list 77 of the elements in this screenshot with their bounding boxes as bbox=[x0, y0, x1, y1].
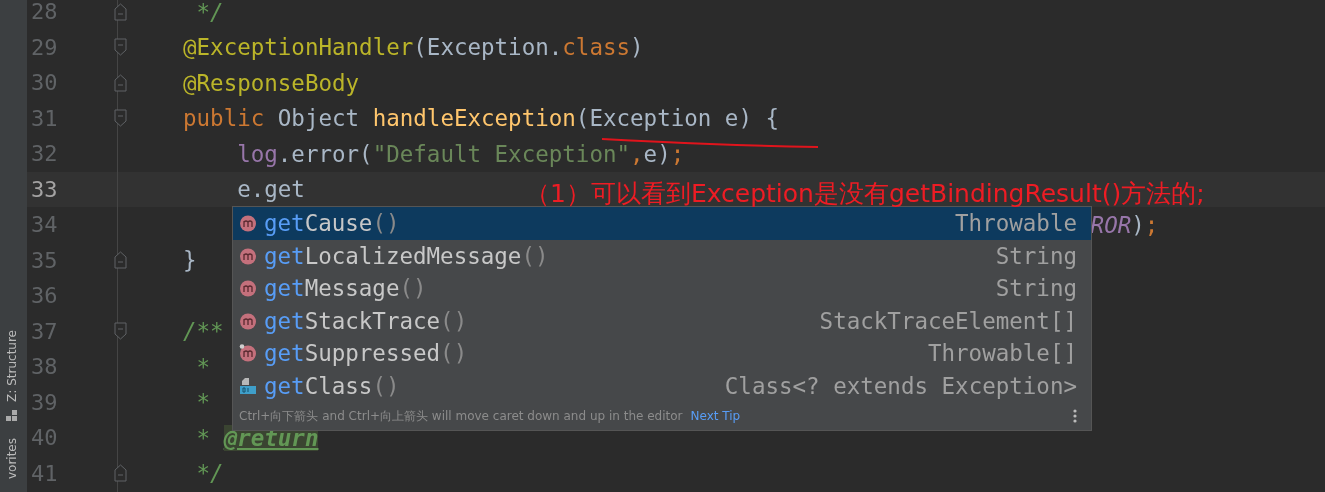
line-number: 40 bbox=[31, 425, 59, 451]
annotation: @ExceptionHandler bbox=[183, 34, 414, 61]
keyword: public bbox=[183, 105, 266, 132]
completion-item[interactable]: getSuppressed() Throwable[] bbox=[233, 337, 1091, 370]
fold-marker-icon[interactable] bbox=[113, 322, 127, 341]
doc-comment: */ bbox=[196, 0, 224, 25]
keyword: , bbox=[630, 140, 644, 167]
line-number: 37 bbox=[31, 318, 59, 344]
line-number: 39 bbox=[31, 389, 59, 415]
completion-item[interactable]: getMessage() String bbox=[233, 272, 1091, 305]
method-icon bbox=[239, 279, 257, 298]
method-signature: getMessage() bbox=[264, 275, 427, 302]
return-type: Throwable[] bbox=[928, 340, 1077, 367]
line-number: 33 bbox=[31, 176, 59, 202]
line-number: 38 bbox=[31, 354, 59, 380]
line-number: 34 bbox=[31, 212, 59, 238]
line-number: 28 bbox=[31, 0, 59, 25]
structure-icon bbox=[6, 409, 18, 422]
method-icon bbox=[239, 311, 257, 330]
completion-item[interactable]: getStackTrace() StackTraceElement[] bbox=[233, 304, 1091, 337]
code-text: ) bbox=[1131, 211, 1145, 238]
fold-marker-icon[interactable] bbox=[113, 73, 127, 92]
return-type: Throwable bbox=[955, 210, 1077, 237]
fold-marker-icon[interactable] bbox=[113, 38, 127, 57]
fold-marker-icon[interactable] bbox=[113, 2, 127, 21]
keyword: ; bbox=[670, 140, 685, 167]
method-signature: getClass() bbox=[264, 372, 400, 399]
line-number: 35 bbox=[31, 247, 59, 273]
method-icon bbox=[239, 214, 257, 233]
completion-item[interactable]: getCause() Throwable bbox=[233, 207, 1091, 240]
method-icon bbox=[239, 246, 257, 265]
return-type: Class<? extends Exception> bbox=[724, 372, 1077, 399]
doc-comment: * bbox=[196, 389, 211, 416]
completion-item[interactable]: getLocalizedMessage() String bbox=[233, 239, 1091, 272]
line-number: 32 bbox=[31, 141, 59, 167]
fold-marker-icon[interactable] bbox=[113, 109, 127, 128]
keyword: ; bbox=[1144, 211, 1159, 238]
doc-comment: * bbox=[196, 353, 211, 380]
line-number: 29 bbox=[31, 34, 59, 60]
return-type: String bbox=[995, 242, 1077, 269]
method-signature: getSuppressed() bbox=[264, 340, 468, 367]
doc-comment: */ bbox=[196, 460, 224, 487]
code-text: (Exception e) { bbox=[575, 105, 780, 132]
code-text: e) bbox=[643, 140, 671, 167]
more-icon[interactable] bbox=[1073, 409, 1077, 423]
code-text: Object bbox=[277, 105, 361, 132]
annotation: @ResponseBody bbox=[183, 69, 360, 96]
method-signature: getLocalizedMessage() bbox=[264, 242, 549, 269]
code-text: .error( bbox=[277, 140, 373, 167]
binary-file-icon bbox=[239, 376, 257, 395]
next-tip-link[interactable]: Next Tip bbox=[690, 409, 741, 423]
return-type: StackTraceElement[] bbox=[819, 307, 1077, 334]
code-text: e.get bbox=[237, 176, 305, 203]
return-type: String bbox=[995, 275, 1077, 302]
code-text: ) bbox=[630, 34, 644, 61]
keyword: class bbox=[562, 34, 631, 61]
string-literal: "Default Exception" bbox=[372, 140, 631, 167]
doc-comment: /** bbox=[183, 318, 224, 345]
field-name: log bbox=[237, 140, 278, 167]
tool-window-tab[interactable]: Z: Structure bbox=[5, 330, 19, 402]
constant-name: ROR bbox=[1090, 211, 1132, 238]
tool-window-tab[interactable]: vorites bbox=[5, 438, 19, 480]
line-number: 36 bbox=[31, 283, 59, 309]
fold-marker-icon[interactable] bbox=[113, 251, 127, 270]
code-text: } bbox=[183, 247, 197, 274]
method-signature: getCause() bbox=[264, 210, 400, 237]
method-name: handleException bbox=[372, 105, 576, 132]
method-icon bbox=[239, 344, 257, 363]
line-number: 31 bbox=[31, 105, 59, 131]
completion-item[interactable]: getClass() Class<? extends Exception> bbox=[233, 369, 1091, 402]
line-number: 30 bbox=[31, 70, 59, 96]
line-number: 41 bbox=[31, 460, 59, 486]
method-signature: getStackTrace() bbox=[264, 307, 468, 334]
doc-comment: * bbox=[196, 424, 212, 451]
fold-marker-icon[interactable] bbox=[113, 464, 127, 483]
code-text: (Exception. bbox=[413, 34, 563, 61]
annotation-note: （1）可以看到Exception是没有getBindingResult()方法的; bbox=[525, 180, 1206, 207]
